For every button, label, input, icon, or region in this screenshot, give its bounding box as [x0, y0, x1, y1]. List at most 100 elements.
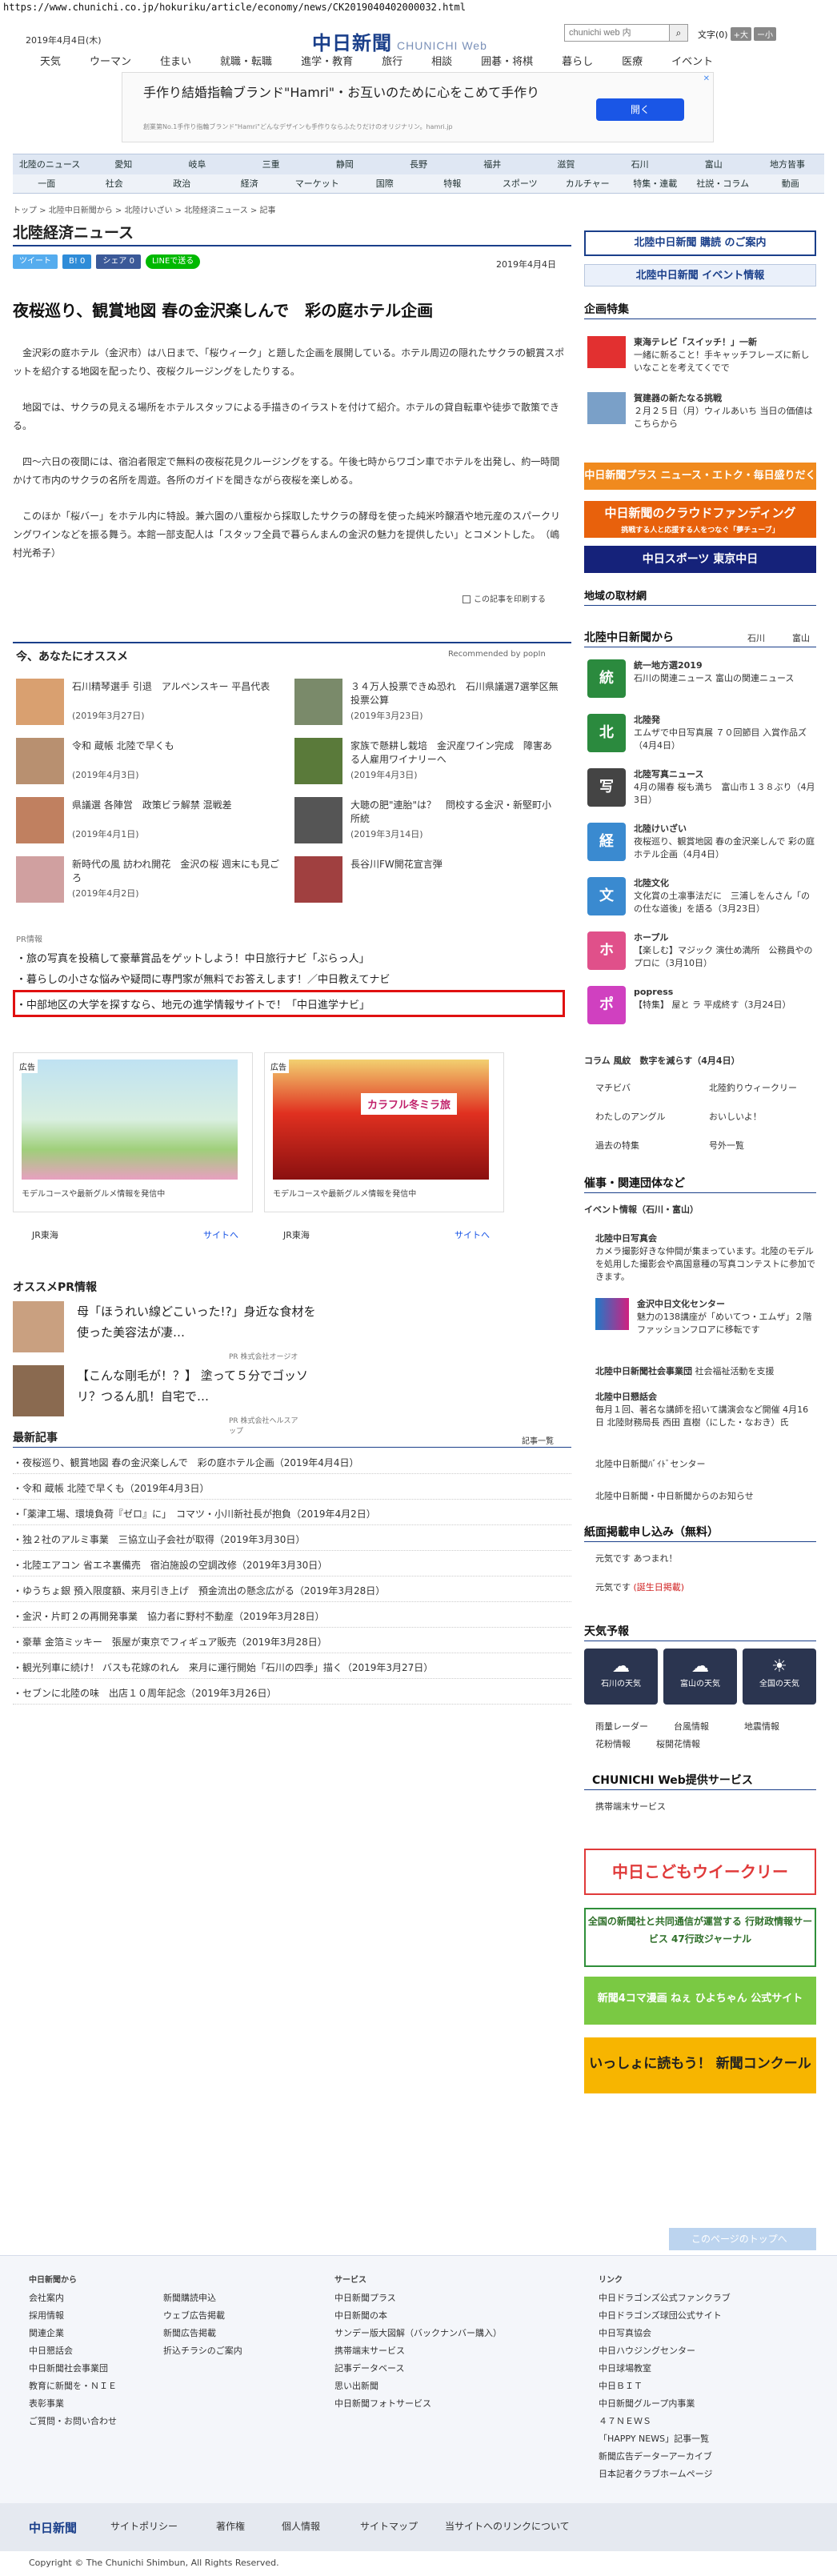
region-nav-item[interactable]: 長野 [382, 154, 455, 174]
kikaku-item[interactable]: 東海テレビ「スイッチ！」一新 一緒に新ること！手キャッチフレーズに新しいなことを考… [634, 336, 818, 375]
ad-card[interactable]: カラフル冬ミラ旅 モデルコースや最新グルメ情報を発信中 広告 [264, 1052, 504, 1212]
footer-bar-link[interactable]: 著作権 [216, 2519, 245, 2533]
kara-item[interactable]: popress 【特集】 屋と ラ 平成終す（3月24日） [634, 986, 818, 1012]
top-ad-banner[interactable]: ✕ 手作り結婚指輪ブランド"Hamri"・お互いのために心をこめて手作り 創業第… [122, 72, 714, 142]
service-link[interactable]: 携帯端末サービス [595, 1801, 666, 1813]
site-logo[interactable]: 中日新聞 CHUNICHI Web [312, 27, 487, 55]
gnav-item[interactable]: 相談 [417, 53, 467, 68]
latest-item[interactable]: ・夜桜巡り、観賞地図 春の金沢楽しんで 彩の庭ホテル企画（2019年4月4日） [13, 1452, 571, 1474]
search-icon[interactable]: ⌕ [669, 24, 688, 42]
footer-link[interactable]: 中日ドラゴンズ球団公式サイト [599, 2307, 731, 2325]
kara-item[interactable]: 統一地方選2019 石川の関連ニュース 富山の関連ニュース [634, 659, 818, 685]
footer-link[interactable]: ご質問・お問い合わせ [29, 2413, 117, 2430]
gnav-item[interactable]: 囲碁・将棋 [467, 53, 547, 68]
footer-link[interactable]: 会社案内 [29, 2290, 117, 2307]
kara-item[interactable]: 北陸けいざい 夜桜巡り、観賞地図 春の金沢楽しんで 彩の庭ホテル企画（4月4日） [634, 823, 818, 861]
latest-item[interactable]: ・北陸エアコン 省エネ裏備売 宿泊施設の空調改修（2019年3月30日） [13, 1554, 571, 1576]
recommend-item[interactable]: 令和 蔵帳 北陸で早くも (2019年4月3日) [16, 738, 288, 787]
footer-link[interactable]: 新聞広告掲載 [163, 2325, 242, 2342]
category-nav-item[interactable]: 一面 [13, 174, 81, 193]
footer-bar-link[interactable]: 当サイトへのリンクについて [445, 2519, 570, 2533]
footer-bar-link[interactable]: サイトマップ [360, 2519, 418, 2533]
latest-item[interactable]: ・豪華 金箔ミッキー 張屋が東京でフィギュア販売（2019年3月28日） [13, 1631, 571, 1653]
gnav-item[interactable]: 医療 [607, 53, 657, 68]
font-large-button[interactable]: +大 [730, 27, 751, 41]
recommend-item[interactable]: 新時代の風 訪われ開花 金沢の桜 週末にも見ごろ (2019年4月2日) [16, 856, 288, 906]
event-banner[interactable]: 北陸中日新聞 イベント情報 [584, 264, 816, 286]
gnav-item[interactable]: ウーマン [75, 53, 146, 68]
category-nav-item[interactable]: 国際 [351, 174, 419, 193]
yonkoma-banner[interactable]: 新聞4コマ漫画 ねぇ ひよちゃん 公式サイト [584, 1977, 816, 2025]
kara-tab-ishikawa[interactable]: 石川 [747, 632, 765, 645]
side-link[interactable]: 北陸釣りウィークリー [709, 1082, 797, 1095]
recommend-item[interactable]: 県議選 各陣営 政策ビラ解禁 混戦差 (2019年4月1日) [16, 797, 288, 847]
sponsor-item[interactable]: 北陸中日懇話会 毎月１回、著名な講師を招いて講演会など開催 4月16日 北陸財務局… [595, 1391, 816, 1429]
tweet-button[interactable]: ツイート [13, 254, 58, 269]
ad-site-link[interactable]: サイトへ [455, 1228, 490, 1241]
footer-link[interactable]: 中日新聞の本 [334, 2307, 502, 2325]
torizai-link[interactable]: 地域の取材網 [584, 587, 647, 603]
region-nav-item[interactable]: 愛知 [86, 154, 160, 174]
footer-link[interactable]: 中日新聞プラス [334, 2290, 502, 2307]
region-nav-item[interactable]: 地方皆事 [751, 154, 824, 174]
footer-link[interactable]: 記事データベース [334, 2360, 502, 2378]
latest-item[interactable]: ・セブンに北陸の味 出店１０周年記念（2019年3月26日） [13, 1682, 571, 1705]
latest-item[interactable]: ・ゆうちょ銀 預入限度額、来月引き上げ 預金流出の懸念広がる（2019年3月28… [13, 1580, 571, 1602]
kara-item[interactable]: ホープル 【楽しむ】マジック 演仕め満所 公務員やのプロに（3月10日） [634, 931, 818, 970]
category-nav-item[interactable]: 社会 [81, 174, 149, 193]
footer-link[interactable]: 中日新聞フォトサービス [334, 2395, 502, 2413]
recommend-item[interactable]: 家族で懸耕し栽培 金沢産ワイン完成 障害ある人雇用ワイナリーへ (2019年4月3… [294, 738, 567, 787]
region-nav-item[interactable]: 北陸のニュース [13, 154, 86, 174]
paper-link[interactable]: 元気です あつまれ！ [595, 1552, 678, 1565]
hatena-button[interactable]: B! 0 [62, 254, 92, 269]
footer-link[interactable]: 中日写真協会 [599, 2325, 731, 2342]
gnav-item[interactable]: イベント [657, 53, 727, 68]
newspaper-contest-banner[interactable]: いっしょに読もう！ 新聞コンクール [584, 2037, 816, 2093]
sponsor-event-link[interactable]: イベント情報（石川・富山） [584, 1204, 699, 1216]
category-nav-item[interactable]: カルチャー [554, 174, 622, 193]
gnav-item[interactable]: 旅行 [367, 53, 417, 68]
region-nav-item[interactable]: 福井 [455, 154, 529, 174]
category-nav-item[interactable]: 社説・コラム [689, 174, 757, 193]
recommend-item[interactable]: 石川精琴選手 引退 アルペンスキー 平昌代表 (2019年3月27日) [16, 679, 288, 728]
footer-link[interactable]: 折込チラシのご案内 [163, 2342, 242, 2360]
footer-link[interactable]: 思い出新聞 [334, 2378, 502, 2395]
side-link[interactable]: マチビバ [595, 1082, 631, 1095]
weather-link[interactable]: 台風情報 [674, 1721, 709, 1733]
footer-link[interactable]: サンデー版大図解（バックナンバー購入） [334, 2325, 502, 2342]
facebook-share-button[interactable]: シェア 0 [96, 254, 141, 269]
footer-link[interactable]: 中日ハウジングセンター [599, 2342, 731, 2360]
weather-link[interactable]: 雨量レーダー [595, 1721, 648, 1733]
line-share-button[interactable]: LINEで送る [145, 254, 201, 269]
subscribe-banner[interactable]: 北陸中日新聞 購読 のご案内 [584, 230, 816, 256]
gyosei-journal-banner[interactable]: 全国の新聞社と共同通信が運営する 行財政情報サービス 47行政ジャーナル [584, 1908, 816, 1967]
footer-logo[interactable]: 中日新聞 [29, 2519, 77, 2536]
footer-link[interactable]: 日本記者クラブホームページ [599, 2466, 731, 2483]
browser-url[interactable]: https://www.chunichi.co.jp/hokuriku/arti… [3, 2, 466, 13]
page-top-button[interactable]: このページのトップへ [669, 2228, 816, 2250]
region-nav-item[interactable]: 静岡 [308, 154, 382, 174]
kara-item[interactable]: 北陸写真ニュース 4月の陽春 桜も満ち 富山市１３８ぶり（4月3日） [634, 768, 818, 807]
osusume-item[interactable]: 【こんな剛毛が！？】 塗って５分でゴッソリ？つるん肌！自宅で… PR 株式会社ヘ… [13, 1365, 308, 1436]
weather-link[interactable]: 地震情報 [744, 1721, 779, 1733]
latest-item[interactable]: ・「薬津工場、環境負荷『ゼロ』に」 コマツ・小川新社長が抱負（2019年4月2日… [13, 1503, 571, 1525]
kara-item[interactable]: 北陸発 エムザで中日写真展 ７０回節目 入賞作品ズ（4月4日） [634, 714, 818, 752]
column-link[interactable]: コラム 風紋 数字を減らす（4月4日） [584, 1055, 740, 1068]
category-nav-item[interactable]: 特集・連載 [622, 174, 690, 193]
gnav-item[interactable]: 暮らし [547, 53, 607, 68]
region-nav-item[interactable]: 石川 [603, 154, 677, 174]
kikaku-item[interactable]: 賀建器の新たなる挑戦 ２月２５日（月）ウィルあいち 当日の価値はこちらから [634, 392, 818, 431]
print-link[interactable]: この記事を印刷する [463, 592, 546, 604]
sponsor-link[interactable]: 北陸中日新聞ﾊﾞｲﾄﾞセンター [595, 1458, 706, 1471]
ad-site-link[interactable]: サイトへ [203, 1228, 238, 1241]
category-nav-item[interactable]: スポーツ [487, 174, 555, 193]
recommend-item[interactable]: ３４万人投票できぬ恐れ 石川県議選7選挙区無投票公算 (2019年3月23日) [294, 679, 567, 728]
gnav-item[interactable]: 就職・転職 [206, 53, 286, 68]
weather-link[interactable]: 花粉情報 [595, 1738, 631, 1751]
footer-link[interactable]: 採用情報 [29, 2307, 117, 2325]
kara-tab-toyama[interactable]: 富山 [792, 632, 810, 645]
paper-link[interactable]: 元気です (誕生日掲載) [595, 1581, 684, 1594]
gnav-item[interactable]: 住まい [146, 53, 206, 68]
site-search-input[interactable] [564, 24, 672, 42]
footer-link[interactable]: 中日懇話会 [29, 2342, 117, 2360]
